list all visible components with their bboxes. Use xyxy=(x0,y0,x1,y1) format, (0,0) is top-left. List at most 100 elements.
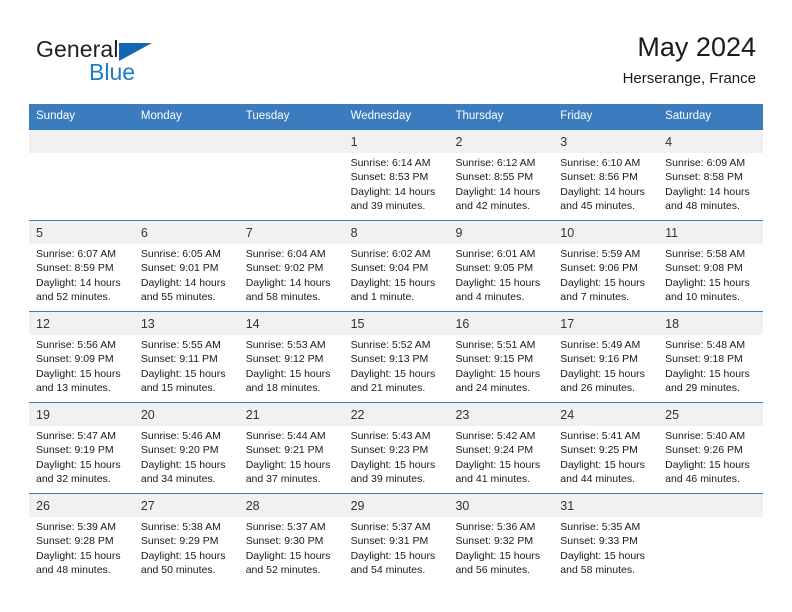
day-cell[interactable]: 29 Sunrise: 5:37 AM Sunset: 9:31 PM Dayl… xyxy=(343,494,449,584)
day-number-band: 28 xyxy=(238,494,344,517)
sunrise-line: Sunrise: 5:47 AM xyxy=(36,430,116,442)
day-number-band: 7 xyxy=(238,221,344,244)
day-number: 20 xyxy=(140,408,155,422)
sunset-line: Sunset: 9:32 PM xyxy=(455,535,534,548)
day-number-band: 14 xyxy=(238,312,344,335)
day-number-band: 20 xyxy=(133,403,239,426)
daylight-line-1: Daylight: 15 hours xyxy=(665,367,750,380)
day-cell[interactable] xyxy=(658,494,764,584)
day-number: 17 xyxy=(560,317,575,331)
day-info: Sunrise: 5:43 AM Sunset: 9:23 PM Dayligh… xyxy=(344,426,449,486)
weekday-header-friday: Friday xyxy=(560,110,593,122)
general-blue-logo[interactable]: General Blue xyxy=(36,36,266,92)
day-number: 12 xyxy=(36,317,50,331)
week-row: 12 Sunrise: 5:56 AM Sunset: 9:09 PM Dayl… xyxy=(29,311,764,402)
daylight-line-2: and 4 minutes. xyxy=(455,290,525,303)
daylight-line-1: Daylight: 15 hours xyxy=(245,549,331,562)
daylight-line-1: Daylight: 15 hours xyxy=(350,458,436,471)
sunrise-line: Sunrise: 5:59 AM xyxy=(560,248,641,260)
day-cell[interactable]: 27 Sunrise: 5:38 AM Sunset: 9:29 PM Dayl… xyxy=(133,494,239,584)
day-cell[interactable]: 2 Sunrise: 6:12 AM Sunset: 8:55 PM Dayli… xyxy=(448,130,554,220)
day-cell[interactable]: 12 Sunrise: 5:56 AM Sunset: 9:09 PM Dayl… xyxy=(29,312,134,402)
day-cell[interactable]: 16 Sunrise: 5:51 AM Sunset: 9:15 PM Dayl… xyxy=(448,312,554,402)
day-number: 2 xyxy=(455,135,463,149)
day-cell[interactable]: 11 Sunrise: 5:58 AM Sunset: 9:08 PM Dayl… xyxy=(658,221,764,311)
day-number: 21 xyxy=(245,408,260,422)
daylight-line-1: Daylight: 15 hours xyxy=(245,367,331,380)
day-cell[interactable]: 1 Sunrise: 6:14 AM Sunset: 8:53 PM Dayli… xyxy=(343,130,449,220)
day-cell[interactable]: 20 Sunrise: 5:46 AM Sunset: 9:20 PM Dayl… xyxy=(133,403,239,493)
day-cell[interactable] xyxy=(29,130,134,220)
daylight-line-1: Daylight: 14 hours xyxy=(350,185,436,198)
day-cell[interactable]: 25 Sunrise: 5:40 AM Sunset: 9:26 PM Dayl… xyxy=(658,403,764,493)
sunrise-line: Sunrise: 5:58 AM xyxy=(665,248,746,260)
daylight-line-2: and 48 minutes. xyxy=(36,563,111,576)
day-number: 9 xyxy=(455,226,463,240)
day-cell[interactable]: 8 Sunrise: 6:02 AM Sunset: 9:04 PM Dayli… xyxy=(343,221,449,311)
daylight-line-1: Daylight: 15 hours xyxy=(350,367,436,380)
daylight-line-2: and 29 minutes. xyxy=(665,381,740,394)
daylight-line-1: Daylight: 15 hours xyxy=(350,549,436,562)
day-cell[interactable]: 15 Sunrise: 5:52 AM Sunset: 9:13 PM Dayl… xyxy=(343,312,449,402)
day-info xyxy=(29,153,134,156)
day-number-band xyxy=(658,494,764,517)
day-info: Sunrise: 5:58 AM Sunset: 9:08 PM Dayligh… xyxy=(658,244,763,304)
daylight-line-1: Daylight: 15 hours xyxy=(560,367,645,380)
daylight-line-1: Daylight: 15 hours xyxy=(36,367,121,380)
day-number-band: 10 xyxy=(553,221,659,244)
day-cell[interactable]: 13 Sunrise: 5:55 AM Sunset: 9:11 PM Dayl… xyxy=(133,312,239,402)
day-info: Sunrise: 5:40 AM Sunset: 9:26 PM Dayligh… xyxy=(658,426,763,486)
day-cell[interactable]: 7 Sunrise: 6:04 AM Sunset: 9:02 PM Dayli… xyxy=(238,221,344,311)
day-cell[interactable]: 10 Sunrise: 5:59 AM Sunset: 9:06 PM Dayl… xyxy=(553,221,659,311)
day-cell[interactable]: 18 Sunrise: 5:48 AM Sunset: 9:18 PM Dayl… xyxy=(658,312,764,402)
day-cell[interactable]: 22 Sunrise: 5:43 AM Sunset: 9:23 PM Dayl… xyxy=(343,403,449,493)
daylight-line-1: Daylight: 15 hours xyxy=(665,458,750,471)
weekday-header-sunday: Sunday xyxy=(36,110,76,122)
sunset-line: Sunset: 9:26 PM xyxy=(665,444,743,457)
day-number-band: 5 xyxy=(29,221,134,244)
day-number: 24 xyxy=(560,408,575,422)
sunrise-line: Sunrise: 6:10 AM xyxy=(560,157,641,169)
day-cell[interactable]: 5 Sunrise: 6:07 AM Sunset: 8:59 PM Dayli… xyxy=(29,221,134,311)
day-cell[interactable]: 17 Sunrise: 5:49 AM Sunset: 9:16 PM Dayl… xyxy=(553,312,659,402)
sunset-line: Sunset: 8:59 PM xyxy=(36,262,114,275)
daylight-line-2: and 1 minute. xyxy=(350,290,415,303)
daylight-line-2: and 7 minutes. xyxy=(560,290,630,303)
day-number: 23 xyxy=(455,408,470,422)
day-info: Sunrise: 5:51 AM Sunset: 9:15 PM Dayligh… xyxy=(448,335,553,395)
day-cell[interactable]: 23 Sunrise: 5:42 AM Sunset: 9:24 PM Dayl… xyxy=(448,403,554,493)
day-cell[interactable]: 28 Sunrise: 5:37 AM Sunset: 9:30 PM Dayl… xyxy=(238,494,344,584)
sunset-line: Sunset: 9:25 PM xyxy=(560,444,638,457)
day-cell[interactable]: 3 Sunrise: 6:10 AM Sunset: 8:56 PM Dayli… xyxy=(553,130,659,220)
day-cell[interactable]: 9 Sunrise: 6:01 AM Sunset: 9:05 PM Dayli… xyxy=(448,221,554,311)
day-cell[interactable] xyxy=(133,130,239,220)
day-cell[interactable]: 14 Sunrise: 5:53 AM Sunset: 9:12 PM Dayl… xyxy=(238,312,344,402)
daylight-line-1: Daylight: 15 hours xyxy=(560,276,645,289)
day-cell[interactable]: 21 Sunrise: 5:44 AM Sunset: 9:21 PM Dayl… xyxy=(238,403,344,493)
weekday-header-wednesday: Wednesday xyxy=(350,110,412,122)
sunrise-line: Sunrise: 5:39 AM xyxy=(36,521,116,533)
day-cell[interactable]: 31 Sunrise: 5:35 AM Sunset: 9:33 PM Dayl… xyxy=(553,494,659,584)
daylight-line-1: Daylight: 15 hours xyxy=(455,367,541,380)
day-cell[interactable]: 6 Sunrise: 6:05 AM Sunset: 9:01 PM Dayli… xyxy=(133,221,239,311)
daylight-line-1: Daylight: 14 hours xyxy=(36,276,121,289)
sunrise-line: Sunrise: 6:02 AM xyxy=(350,248,431,260)
weekday-header-monday: Monday xyxy=(140,110,182,122)
daylight-line-1: Daylight: 15 hours xyxy=(560,549,645,562)
daylight-line-2: and 41 minutes. xyxy=(455,472,531,485)
logo-text-blue: Blue xyxy=(89,59,136,85)
daylight-line-1: Daylight: 14 hours xyxy=(560,185,645,198)
day-cell[interactable]: 24 Sunrise: 5:41 AM Sunset: 9:25 PM Dayl… xyxy=(553,403,659,493)
day-info: Sunrise: 6:07 AM Sunset: 8:59 PM Dayligh… xyxy=(29,244,134,304)
day-info xyxy=(658,517,763,520)
day-cell[interactable] xyxy=(238,130,344,220)
sunset-line: Sunset: 9:12 PM xyxy=(245,353,324,366)
sunrise-line: Sunrise: 5:36 AM xyxy=(455,521,536,533)
day-number-band: 19 xyxy=(29,403,134,426)
daylight-line-2: and 10 minutes. xyxy=(665,290,740,303)
day-cell[interactable]: 30 Sunrise: 5:36 AM Sunset: 9:32 PM Dayl… xyxy=(448,494,554,584)
day-cell[interactable]: 4 Sunrise: 6:09 AM Sunset: 8:58 PM Dayli… xyxy=(658,130,764,220)
day-cell[interactable]: 26 Sunrise: 5:39 AM Sunset: 9:28 PM Dayl… xyxy=(29,494,134,584)
daylight-line-1: Daylight: 15 hours xyxy=(140,367,226,380)
day-cell[interactable]: 19 Sunrise: 5:47 AM Sunset: 9:19 PM Dayl… xyxy=(29,403,134,493)
